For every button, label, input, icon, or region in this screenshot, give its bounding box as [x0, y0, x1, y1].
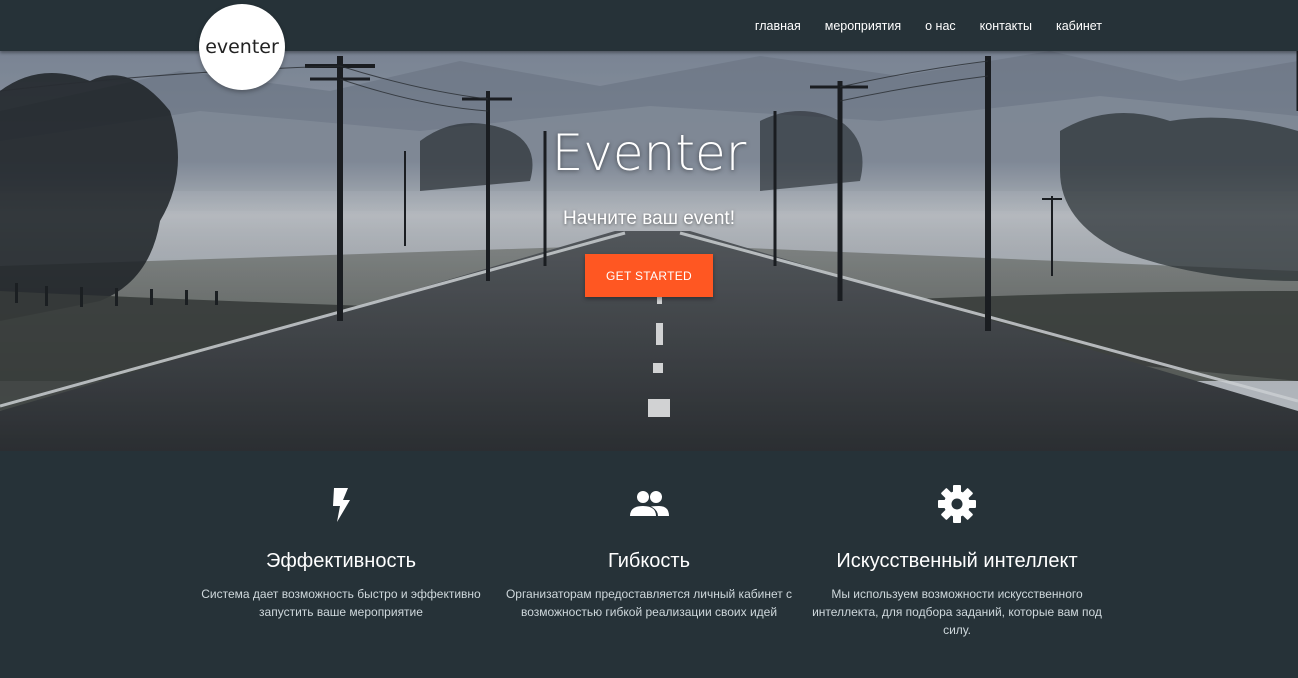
hero-title: Eventer: [551, 124, 747, 182]
feature-description: Мы используем возможности искусственного…: [812, 587, 1102, 637]
nav-item-cabinet[interactable]: кабинет: [1056, 19, 1102, 33]
brand-logo-text: eventer: [205, 36, 279, 58]
feature-title: Искусственный интеллект: [836, 550, 1078, 572]
brand-logo[interactable]: eventer: [199, 4, 285, 90]
hero-subtitle: Начните ваш event!: [563, 208, 735, 229]
feature-title: Эффективность: [265, 550, 417, 572]
feature-description: Организаторам предоставляется личный каб…: [505, 587, 793, 619]
features-section: Эффективность Система дает возможность б…: [0, 451, 1298, 678]
feature-title: Гибкость: [607, 550, 690, 572]
nav-item-home[interactable]: главная: [755, 19, 801, 33]
main-nav: главная мероприятия о нас контакты кабин…: [731, 0, 1102, 51]
nav-item-events[interactable]: мероприятия: [825, 19, 901, 33]
feature-description: Система дает возможность быстро и эффект…: [201, 587, 481, 619]
page: eventer главная мероприятия о нас контак…: [0, 0, 1298, 678]
people-group-icon: [630, 491, 669, 516]
hero-section: Eventer Начните ваш event! GET STARTED: [0, 51, 1298, 451]
lightning-bolt-icon: [333, 488, 350, 522]
hero-background-image: [0, 51, 1298, 451]
nav-item-about[interactable]: о нас: [925, 19, 956, 33]
get-started-button[interactable]: GET STARTED: [585, 254, 713, 297]
nav-item-contacts[interactable]: контакты: [980, 19, 1032, 33]
navbar: eventer главная мероприятия о нас контак…: [0, 0, 1298, 90]
gear-icon: [938, 485, 976, 523]
